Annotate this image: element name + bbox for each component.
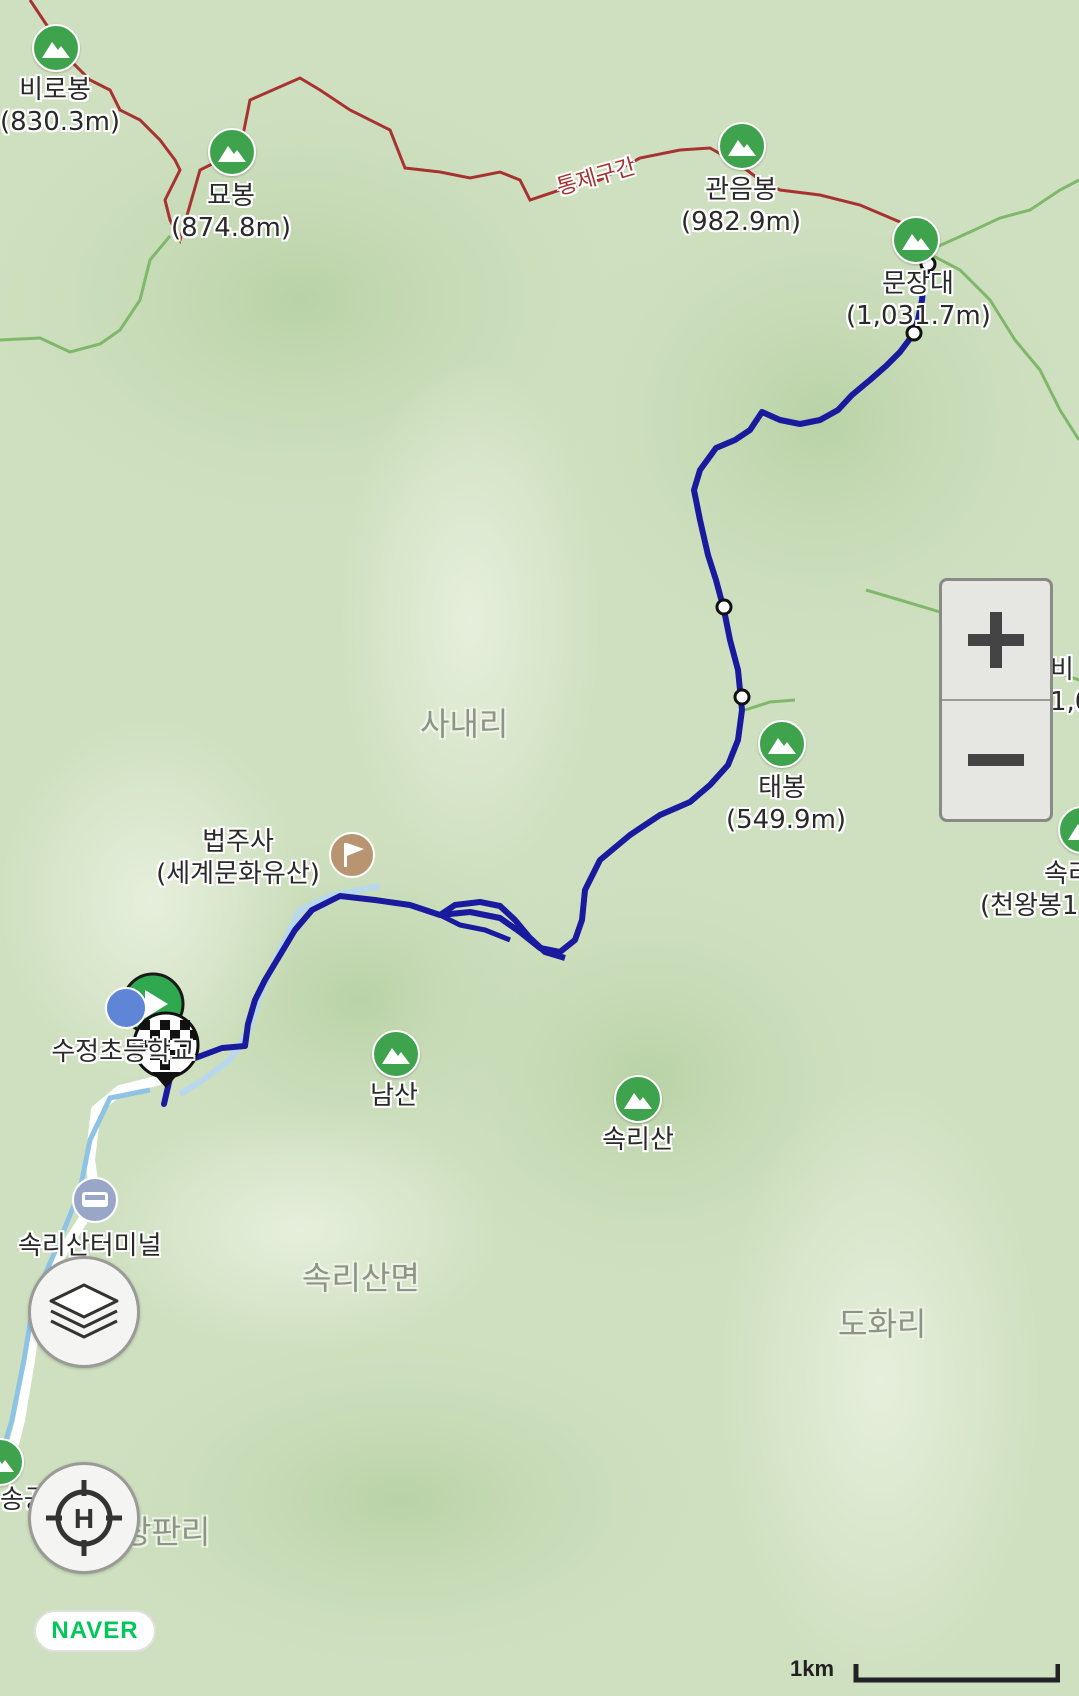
- waypoint[interactable]: [733, 688, 751, 706]
- area-label-dohwari: 도화리: [838, 1305, 927, 1343]
- waypoint[interactable]: [715, 598, 733, 616]
- peak-label: 문장대 (1,031.7m): [846, 268, 991, 332]
- peak-name: 속리: [1044, 859, 1079, 889]
- peak-elevation: (천왕봉1: [980, 891, 1079, 921]
- peak-elevation: (982.9m): [680, 207, 802, 237]
- peak-label: 비 1,0: [1050, 654, 1079, 718]
- zoom-in-button[interactable]: [942, 581, 1050, 699]
- school-label: 수정초등학교: [51, 1037, 195, 1067]
- temple-icon[interactable]: [329, 832, 375, 878]
- mountain-icon[interactable]: [758, 720, 806, 768]
- peak-label: 관음봉 (982.9m): [680, 174, 802, 238]
- peak-name: 묘봉: [207, 181, 255, 211]
- mountain-icon[interactable]: [32, 24, 80, 72]
- peak-label: 남산: [354, 1080, 434, 1112]
- map-view[interactable]: 비로봉 (830.3m) 묘봉 (874.8m) 관음봉 (982.9m) 문장…: [0, 0, 1079, 1696]
- mountain-icon[interactable]: [892, 216, 940, 264]
- peak-label: 태봉 (549.9m): [726, 772, 847, 836]
- helipad-target-icon: H: [46, 1480, 122, 1556]
- peak-label: 속리 (천왕봉1: [980, 858, 1079, 922]
- mountain-icon[interactable]: [372, 1030, 420, 1078]
- area-label-songnisanmyeon: 속리산면: [302, 1259, 420, 1297]
- temple-label: 법주사 (세계문화유산): [148, 826, 328, 890]
- zoom-control: [939, 578, 1053, 822]
- layers-icon: [49, 1283, 119, 1339]
- peak-label: 비로봉 (830.3m): [0, 74, 121, 138]
- mountain-icon[interactable]: [208, 128, 256, 176]
- peak-name: 비로봉: [19, 75, 91, 105]
- peak-elevation: (1,031.7m): [846, 301, 991, 331]
- peak-name: 태봉: [758, 773, 806, 803]
- peak-name: 관음봉: [705, 175, 777, 205]
- peak-name: 속리산: [602, 1125, 674, 1155]
- temple-subtitle: (세계문화유산): [156, 859, 320, 889]
- peak-elevation: (830.3m): [0, 107, 121, 137]
- trail-line: [744, 698, 796, 712]
- peak-name: 남산: [370, 1081, 418, 1111]
- plus-icon: [968, 612, 1024, 668]
- area-label-sanaeri: 사내리: [420, 705, 509, 743]
- peak-elevation: 1,0: [1050, 687, 1079, 717]
- peak-name: 비: [1050, 655, 1074, 685]
- scale-ruler: [853, 1664, 1060, 1683]
- minus-icon: [968, 754, 1024, 766]
- school-icon[interactable]: [105, 987, 147, 1029]
- peak-name: 문장대: [882, 269, 954, 299]
- temple-name: 법주사: [202, 827, 274, 857]
- my-location-button[interactable]: H: [28, 1462, 140, 1574]
- scale-bar: 1km: [790, 1652, 1060, 1688]
- peak-elevation: (874.8m): [170, 213, 292, 243]
- naver-logo: NAVER: [34, 1610, 156, 1652]
- svg-text:H: H: [74, 1503, 94, 1534]
- zoom-out-button[interactable]: [942, 701, 1050, 819]
- peak-label: 묘봉 (874.8m): [170, 180, 292, 244]
- peak-label: 속리산: [590, 1124, 686, 1156]
- layers-button[interactable]: [28, 1256, 140, 1368]
- bus-terminal-icon[interactable]: [72, 1177, 118, 1223]
- mountain-icon[interactable]: [614, 1075, 662, 1123]
- peak-elevation: (549.9m): [726, 805, 847, 835]
- mountain-icon[interactable]: [718, 122, 766, 170]
